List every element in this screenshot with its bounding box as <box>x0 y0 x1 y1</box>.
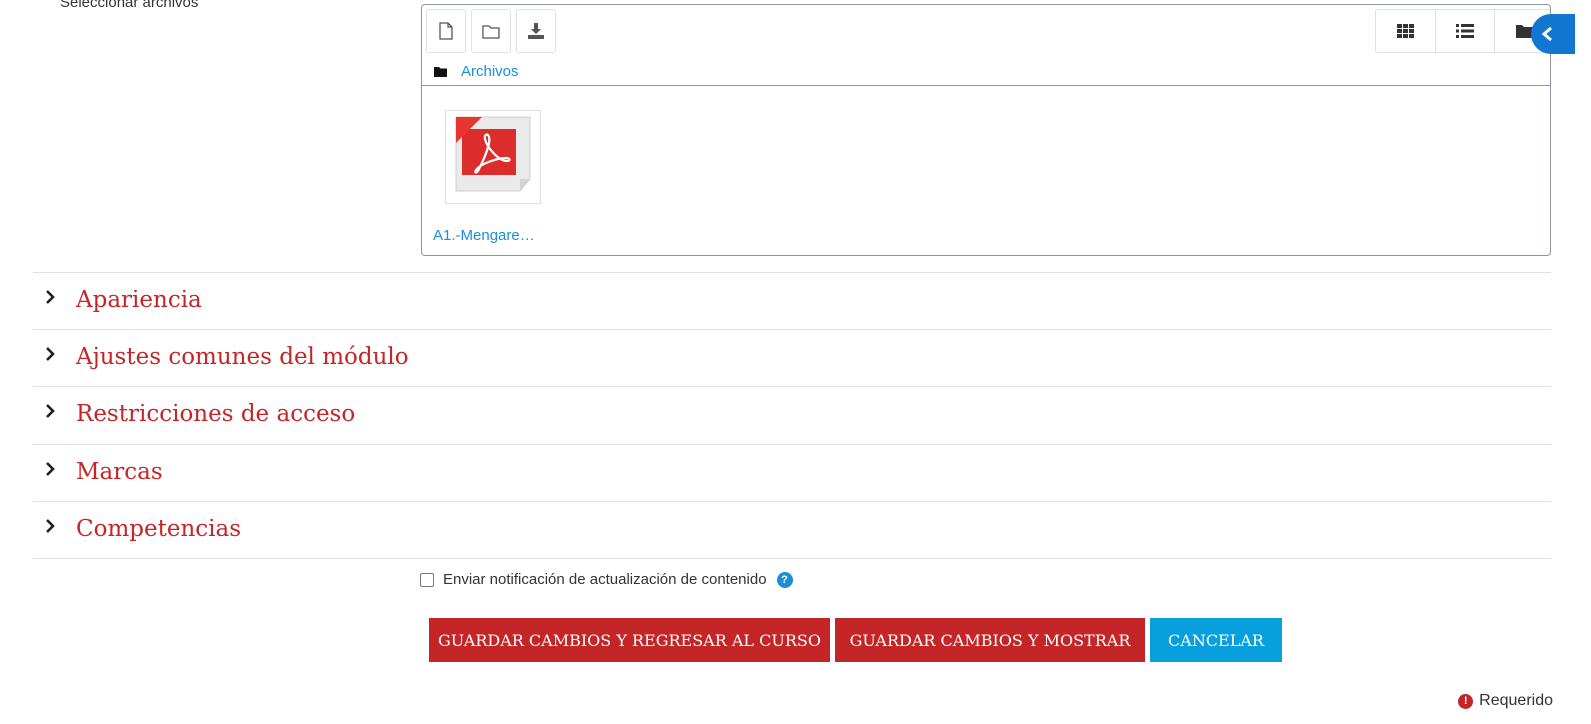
breadcrumb-archivos-link[interactable]: Archivos <box>461 63 519 80</box>
view-mode-group <box>1375 9 1550 53</box>
section-restricciones[interactable]: Restricciones de acceso <box>33 386 1551 443</box>
required-note: ! Requerido <box>1458 692 1553 710</box>
view-list-button[interactable] <box>1436 10 1496 52</box>
save-display-button[interactable]: GUARDAR CAMBIOS Y MOSTRAR <box>835 618 1145 662</box>
drawer-toggle-button[interactable] <box>1531 14 1575 54</box>
file-icon <box>439 22 453 40</box>
section-title[interactable]: Marcas <box>76 459 163 485</box>
section-title[interactable]: Competencias <box>76 516 241 542</box>
create-folder-button[interactable] <box>471 9 511 53</box>
chevron-right-icon <box>46 290 55 304</box>
download-all-button[interactable] <box>516 9 556 53</box>
section-title[interactable]: Apariencia <box>76 287 202 313</box>
file-thumbnail[interactable] <box>445 110 541 204</box>
pdf-file-icon <box>455 116 531 192</box>
file-manager: Archivos A1.-Mengare… <box>421 4 1551 256</box>
download-icon <box>528 23 544 39</box>
files-label: Seleccionar archivos <box>60 0 199 11</box>
list-icon <box>1456 24 1474 38</box>
notification-field: Enviar notificación de actualización de … <box>420 571 793 588</box>
help-icon[interactable]: ? <box>776 571 793 588</box>
file-manager-toolbar: Archivos <box>422 5 1550 86</box>
file-name-link[interactable]: A1.-Mengare… <box>433 227 535 244</box>
add-file-button[interactable] <box>426 9 466 53</box>
chevron-right-icon <box>46 462 55 476</box>
notification-label[interactable]: Enviar notificación de actualización de … <box>443 571 767 588</box>
view-icons-button[interactable] <box>1376 10 1436 52</box>
notification-checkbox[interactable] <box>420 572 434 587</box>
chevron-left-icon <box>1541 26 1552 42</box>
cancel-button[interactable]: CANCELAR <box>1150 618 1282 662</box>
section-ajustes-comunes[interactable]: Ajustes comunes del módulo <box>33 329 1551 386</box>
breadcrumb: Archivos <box>434 63 519 80</box>
section-title[interactable]: Ajustes comunes del módulo <box>76 344 409 370</box>
required-icon: ! <box>1458 693 1474 709</box>
folder-icon <box>482 24 500 39</box>
section-marcas[interactable]: Marcas <box>33 444 1551 501</box>
required-label: Requerido <box>1479 692 1553 709</box>
section-title[interactable]: Restricciones de acceso <box>76 401 355 427</box>
chevron-right-icon <box>46 347 55 361</box>
divider <box>33 558 1551 559</box>
section-competencias[interactable]: Competencias <box>33 501 1551 558</box>
save-return-button[interactable]: GUARDAR CAMBIOS Y REGRESAR AL CURSO <box>429 618 830 662</box>
section-apariencia[interactable]: Apariencia <box>33 272 1551 329</box>
folder-icon <box>434 67 447 77</box>
chevron-right-icon <box>46 519 55 533</box>
chevron-right-icon <box>46 404 55 418</box>
grid-icon <box>1396 24 1414 38</box>
